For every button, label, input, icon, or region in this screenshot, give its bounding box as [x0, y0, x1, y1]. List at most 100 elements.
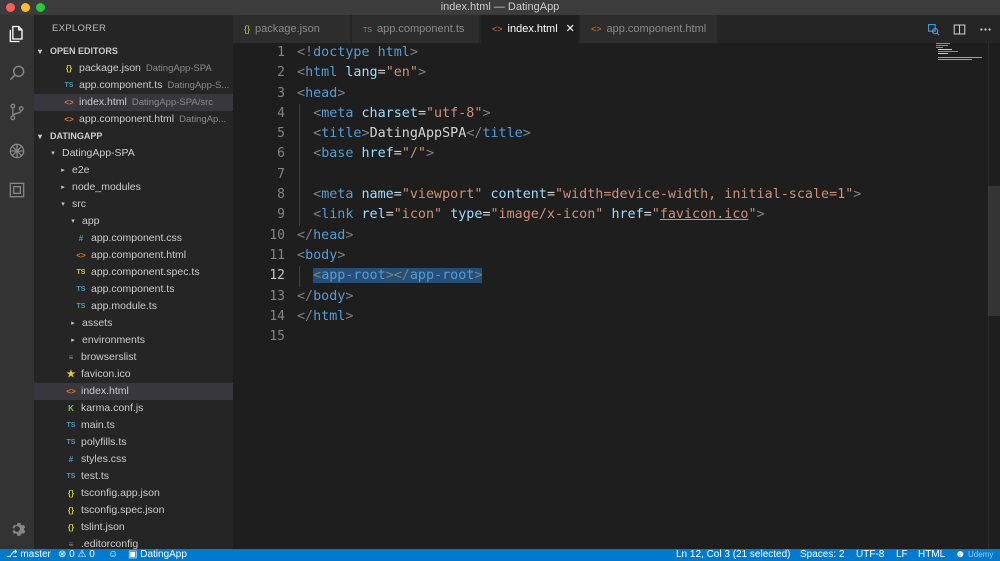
scrollbar-thumb[interactable] [988, 186, 1000, 316]
close-window-button[interactable] [6, 3, 15, 12]
tree-folder[interactable]: ▸ node_modules [34, 179, 233, 196]
tree-item-label: app [82, 215, 100, 227]
maximize-window-button[interactable] [36, 3, 45, 12]
open-editor-item[interactable]: <> app.component.html DatingAp... [34, 111, 233, 128]
tree-file[interactable]: TS polyfills.ts [34, 434, 233, 451]
folder-name: DatingApp [140, 549, 187, 560]
open-editor-item[interactable]: TS app.component.ts DatingApp-S... [34, 77, 233, 94]
close-icon[interactable]: ✕ [566, 23, 575, 35]
tree-file[interactable]: ★ favicon.ico [34, 366, 233, 383]
tree-file[interactable]: ≡ browserslist [34, 349, 233, 366]
extensions-icon[interactable] [0, 173, 34, 207]
string: "viewport" [401, 187, 483, 203]
code-line: <head> [297, 84, 861, 104]
open-editor-item[interactable]: {} package.json DatingApp-SPA [34, 60, 233, 77]
indent-guide [299, 164, 300, 186]
punct: < [313, 105, 322, 121]
tag: head [305, 85, 338, 101]
tab-app-component-ts[interactable]: TS app.component.ts [352, 15, 480, 43]
open-editor-item-active[interactable]: <> index.html DatingApp-SPA/src [34, 94, 233, 111]
json-file-icon: {} [65, 64, 73, 73]
branch-status[interactable]: ⎇ master [6, 549, 51, 561]
link-string[interactable]: favicon.ico [660, 207, 749, 222]
tree-file[interactable]: TS test.ts [34, 468, 233, 485]
html-file-icon: <> [492, 24, 503, 34]
line-number: 7 [277, 166, 285, 182]
tree-item-label: test.ts [81, 470, 110, 482]
tab-index-html[interactable]: <> index.html ✕ [481, 15, 579, 43]
json-file-icon: {} [67, 506, 75, 515]
tree-file[interactable]: TS app.component.spec.ts [34, 264, 233, 281]
tab-package-json[interactable]: {} package.json [233, 15, 351, 43]
text: DatingAppSPA [369, 126, 467, 142]
tree-folder[interactable]: ▸ e2e [34, 162, 233, 179]
eol-status[interactable]: LF [896, 549, 908, 561]
tree-folder[interactable]: ▾ app [34, 213, 233, 230]
tree-file[interactable]: {} tslint.json [34, 519, 233, 536]
tree-file[interactable]: # app.component.css [34, 230, 233, 247]
feedback-icon[interactable]: ☻ [955, 549, 966, 561]
tree-folder[interactable]: ▾ src [34, 196, 233, 213]
cursor-position[interactable]: Ln 12, Col 3 (21 selected) [676, 549, 791, 561]
editor-tab-bar: {} package.json TS app.component.ts <> inde… [233, 15, 1000, 43]
tree-file[interactable]: # styles.css [34, 451, 233, 468]
tree-folder[interactable]: ▸ environments [34, 332, 233, 349]
line-number: 9 [277, 207, 285, 223]
code-editor[interactable]: 1 2 3 4 5 6 7 8 9 10 11 12 13 14 15 <!do… [233, 43, 1000, 549]
string: " [651, 207, 660, 223]
json-file-icon: {} [244, 24, 251, 34]
warning-count: 0 [89, 549, 95, 560]
punct: = [643, 207, 652, 223]
minimap[interactable] [936, 43, 986, 63]
encoding-status[interactable]: UTF-8 [856, 549, 884, 561]
editor-actions [924, 15, 994, 43]
open-editors-section-header[interactable]: ▾ OPEN EDITORS [34, 43, 233, 60]
folder-status[interactable]: ▣ DatingApp [128, 549, 187, 561]
open-changes-icon[interactable] [924, 20, 942, 38]
tree-item-label: environments [82, 334, 146, 346]
punct: > [345, 288, 354, 304]
tree-file[interactable]: <> app.component.html [34, 247, 233, 264]
json-file-icon: {} [67, 489, 75, 498]
more-actions-icon[interactable] [976, 20, 994, 38]
line-number: 5 [277, 126, 285, 142]
typescript-file-icon: TS [66, 473, 76, 480]
punct: < [313, 126, 322, 142]
search-icon[interactable] [0, 56, 34, 90]
tab-app-component-html[interactable]: <> app.component.html [580, 15, 718, 43]
split-editor-icon[interactable] [950, 20, 968, 38]
line-number: 6 [277, 146, 285, 162]
tree-file[interactable]: K karma.conf.js [34, 400, 233, 417]
tree-file[interactable]: TS app.component.ts [34, 281, 233, 298]
vertical-scrollbar[interactable] [988, 43, 1000, 549]
source-control-icon[interactable] [0, 95, 34, 129]
live-share-icon[interactable]: ☺ [108, 549, 118, 561]
activity-bar [0, 15, 34, 549]
tree-item-label: favicon.ico [81, 368, 131, 380]
tree-file[interactable]: TS app.module.ts [34, 298, 233, 315]
tree-file-selected[interactable]: <> index.html [34, 383, 233, 400]
gear-icon[interactable] [0, 512, 34, 546]
project-section-header[interactable]: ▾ DATINGAPP [34, 128, 233, 145]
minimize-window-button[interactable] [21, 3, 30, 12]
code-line: <title>DatingAppSPA</title> [297, 124, 861, 145]
doctype-value: html [369, 45, 410, 60]
punct: < [313, 187, 322, 203]
favicon-file-icon: ★ [66, 369, 76, 380]
indentation-status[interactable]: Spaces: 2 [800, 549, 844, 561]
attribute: type [450, 207, 483, 223]
tree-file[interactable]: {} tsconfig.spec.json [34, 502, 233, 519]
tag: body [313, 288, 346, 304]
explorer-icon[interactable] [0, 17, 34, 51]
tab-label: package.json [255, 23, 320, 35]
problems-status[interactable]: ⊗ 0 ⚠ 0 [58, 549, 95, 561]
tree-item-label: browserslist [81, 351, 137, 363]
tree-file[interactable]: TS main.ts [34, 417, 233, 434]
language-mode[interactable]: HTML [918, 549, 945, 561]
tree-file[interactable]: ≡ .editorconfig [34, 536, 233, 549]
tab-label: app.component.ts [376, 23, 465, 35]
tree-file[interactable]: {} tsconfig.app.json [34, 485, 233, 502]
debug-icon[interactable] [0, 134, 34, 168]
tree-folder[interactable]: ▾ DatingApp-SPA [34, 145, 233, 162]
tree-folder[interactable]: ▸ assets [34, 315, 233, 332]
